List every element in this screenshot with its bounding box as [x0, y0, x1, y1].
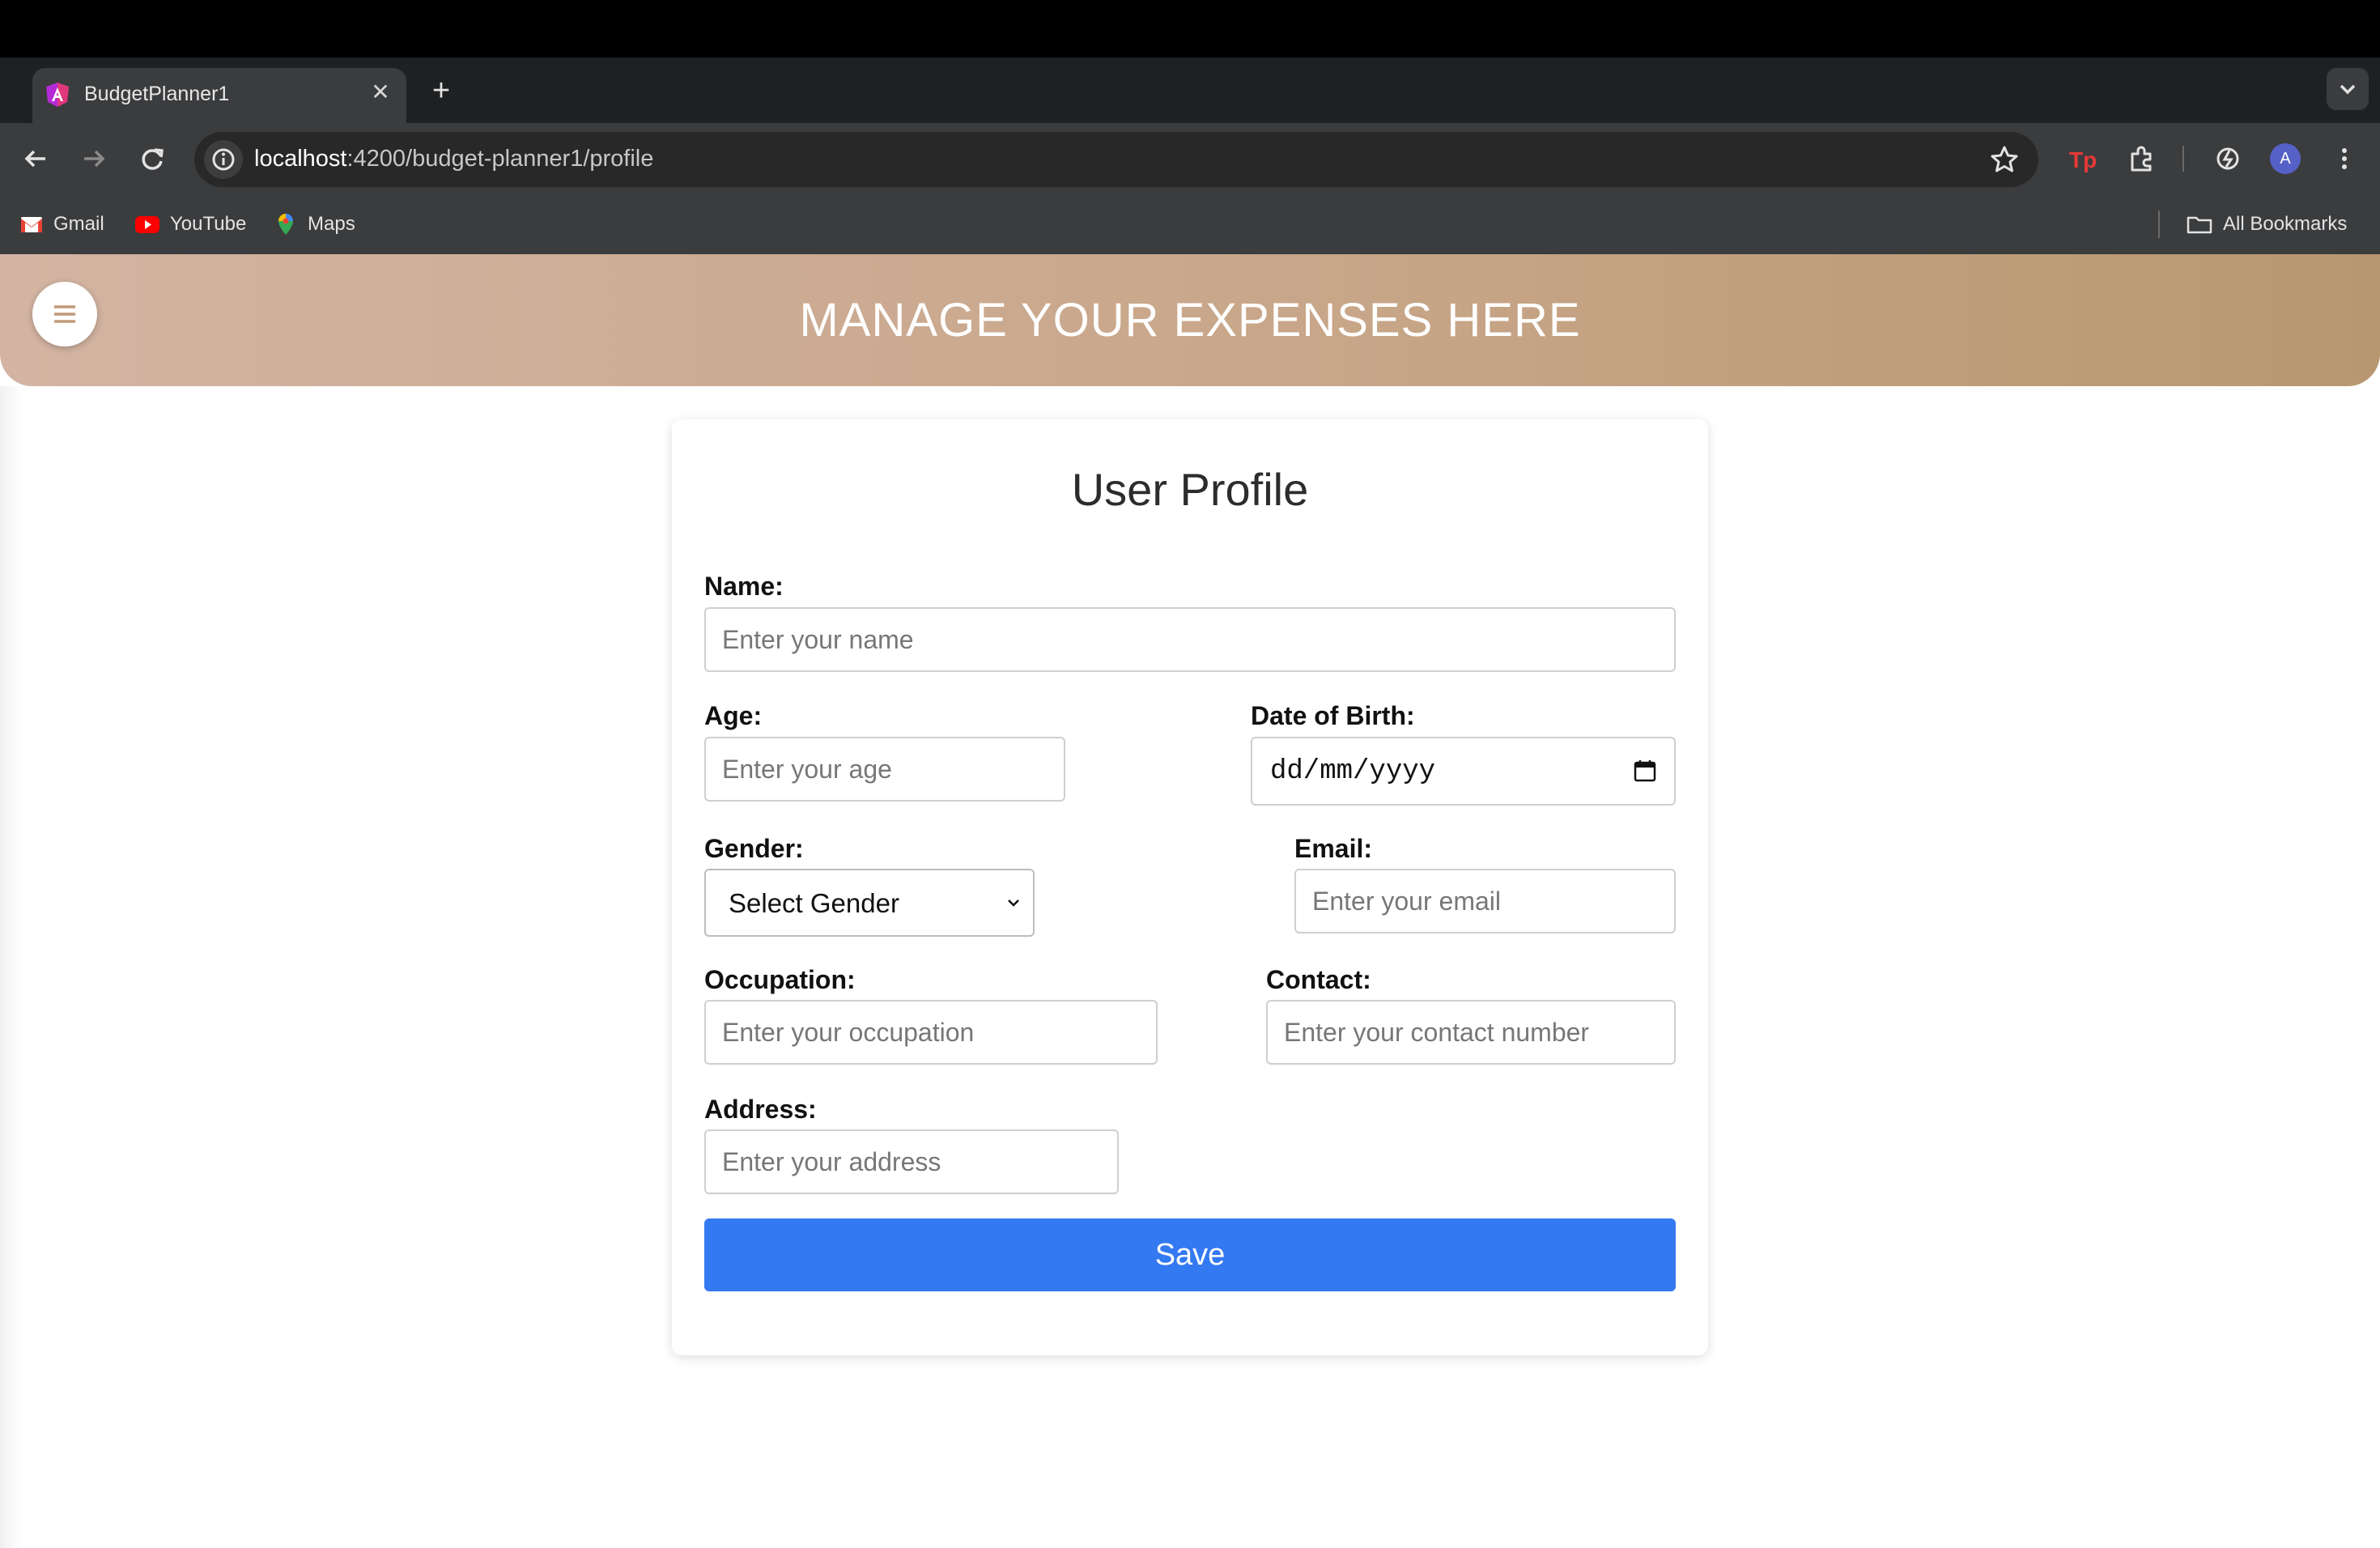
- extensions-puzzle-icon[interactable]: [2124, 141, 2160, 176]
- page-title: User Profile: [1071, 464, 1309, 515]
- bookmark-gmail[interactable]: Gmail: [19, 209, 104, 240]
- age-input[interactable]: [704, 737, 1065, 802]
- address-input[interactable]: [704, 1129, 1119, 1194]
- new-tab-button[interactable]: +: [423, 73, 459, 108]
- name-input[interactable]: [704, 607, 1676, 672]
- kebab-menu-icon[interactable]: [2327, 141, 2362, 176]
- angular-icon: [46, 83, 69, 107]
- performance-icon[interactable]: [2210, 141, 2246, 176]
- all-bookmarks-button[interactable]: All Bookmarks: [2186, 209, 2347, 240]
- address-bar[interactable]: localhost:4200/budget-planner1/profile: [194, 132, 2038, 187]
- forward-icon[interactable]: [74, 139, 113, 178]
- occupation-input[interactable]: [704, 1000, 1158, 1065]
- reload-icon[interactable]: [133, 139, 172, 178]
- header-title: MANAGE YOUR EXPENSES HERE: [799, 294, 1581, 347]
- back-icon[interactable]: [16, 139, 55, 178]
- dob-placeholder: dd/mm/yyyy: [1270, 756, 1436, 787]
- calendar-icon[interactable]: [1632, 758, 1658, 784]
- bookmarks-divider: [2158, 211, 2160, 238]
- chevron-down-icon: [2340, 84, 2356, 95]
- maps-icon: [278, 214, 293, 235]
- email-input[interactable]: [1294, 869, 1676, 933]
- name-label: Name:: [704, 572, 784, 601]
- youtube-icon: [135, 216, 159, 233]
- dob-input[interactable]: dd/mm/yyyy: [1251, 737, 1676, 806]
- bookmarks-bar: [0, 196, 2380, 254]
- site-info-icon[interactable]: [204, 140, 243, 179]
- age-label: Age:: [704, 701, 763, 730]
- dob-label: Date of Birth:: [1251, 701, 1415, 730]
- occupation-label: Occupation:: [704, 965, 856, 994]
- folder-icon: [2187, 216, 2212, 234]
- os-top-bar: [0, 0, 2380, 57]
- gender-selected-value: Select Gender: [729, 888, 899, 918]
- contact-input[interactable]: [1266, 1000, 1676, 1065]
- url-text[interactable]: localhost:4200/budget-planner1/profile: [254, 146, 653, 172]
- tab-search-button[interactable]: [2327, 68, 2369, 110]
- svg-text:Tp: Tp: [2069, 147, 2097, 172]
- bookmark-star-icon[interactable]: [1988, 143, 2021, 176]
- browser-tab[interactable]: BudgetPlanner1 ✕: [32, 68, 406, 123]
- address-label: Address:: [704, 1095, 817, 1124]
- contact-label: Contact:: [1266, 965, 1371, 994]
- tp-extension-icon[interactable]: Tp: [2064, 141, 2100, 176]
- save-button[interactable]: Save: [704, 1218, 1676, 1291]
- bookmark-maps[interactable]: Maps: [274, 209, 355, 240]
- tab-close-icon[interactable]: ✕: [366, 78, 395, 107]
- profile-avatar[interactable]: A: [2270, 143, 2301, 174]
- sidebar-edge: [0, 386, 21, 1548]
- gmail-icon: [21, 217, 42, 232]
- tab-title: BudgetPlanner1: [84, 83, 230, 105]
- gender-label: Gender:: [704, 834, 804, 863]
- email-label: Email:: [1294, 834, 1373, 863]
- chevron-down-icon: [1008, 899, 1019, 907]
- gender-select[interactable]: Select Gender: [704, 869, 1035, 937]
- toolbar-divider: [2182, 146, 2184, 172]
- bookmark-youtube[interactable]: YouTube: [134, 209, 246, 240]
